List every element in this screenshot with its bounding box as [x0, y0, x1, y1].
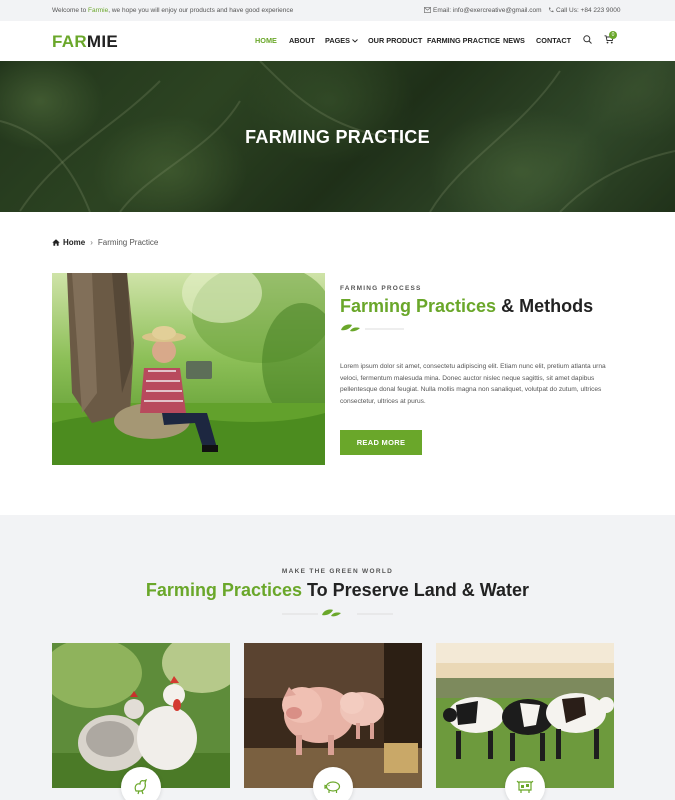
breadcrumb-home[interactable]: Home — [63, 238, 85, 247]
cow-icon-badge[interactable] — [505, 767, 545, 800]
site-logo[interactable]: FARMIE — [52, 32, 118, 52]
practices-section: MAKE THE GREEN WORLD Farming Practices T… — [0, 515, 675, 800]
chicken-icon-badge[interactable] — [121, 767, 161, 800]
hero-title: FARMING PRACTICE — [245, 127, 430, 147]
nav-pages[interactable]: PAGES — [325, 36, 358, 45]
nav-news[interactable]: NEWS — [503, 36, 525, 45]
phone-icon — [548, 7, 554, 13]
chevron-down-icon — [352, 39, 358, 43]
breadcrumb-current: Farming Practice — [97, 238, 159, 247]
welcome-message: Welcome to Farmie, we hope you will enjo… — [52, 7, 293, 14]
intro-paragraph: Lorem ipsum dolor sit amet, consectetu a… — [340, 363, 606, 405]
home-icon — [52, 239, 60, 246]
chicken-icon — [134, 778, 148, 795]
intro-eyebrow: FARMING PROCESS — [340, 285, 422, 292]
email-text: Email: info@exercreative@gmail.com — [433, 7, 542, 14]
nav-contact[interactable]: CONTACT — [536, 36, 571, 45]
phone-text: Call Us: +84 223 9000 — [556, 7, 621, 14]
farmer-photo — [52, 273, 325, 465]
email-contact[interactable]: Email: info@exercreative@gmail.com — [424, 7, 542, 14]
welcome-text: Welcome to — [52, 7, 89, 14]
top-bar: Welcome to Farmie, we hope you will enjo… — [0, 0, 675, 21]
leaf-divider-icon — [341, 324, 404, 332]
search-icon[interactable] — [583, 35, 592, 44]
nav-home[interactable]: HOME — [255, 36, 277, 45]
welcome-brand: Farmie — [88, 7, 109, 14]
cow-icon — [516, 780, 534, 793]
intro-title: Farming Practices & Methods — [340, 296, 594, 316]
practices-title: Farming Practices To Preserve Land & Wat… — [145, 580, 530, 600]
envelope-icon — [424, 7, 431, 13]
cart-count-badge: 0 — [609, 31, 617, 39]
pig-icon-badge[interactable] — [313, 767, 353, 800]
breadcrumb-separator-icon: › — [90, 238, 93, 247]
read-more-button[interactable]: READ MORE — [340, 430, 422, 455]
hero-banner: FARMING PRACTICE — [0, 61, 675, 212]
practices-eyebrow: MAKE THE GREEN WORLD — [281, 568, 394, 575]
pig-icon — [324, 781, 341, 793]
nav-our-product[interactable]: OUR PRODUCT — [368, 36, 422, 45]
phone-contact[interactable]: Call Us: +84 223 9000 — [548, 7, 621, 14]
welcome-text-rest: , we hope you will enjoy our products an… — [108, 7, 294, 14]
nav-about[interactable]: ABOUT — [289, 36, 315, 45]
breadcrumb: Home › Farming Practice — [52, 238, 158, 247]
leaf-divider-icon — [282, 609, 393, 617]
main-header: FARMIE HOME ABOUT PAGES OUR PRODUCT FARM… — [0, 21, 675, 61]
nav-farming-practice[interactable]: FARMING PRACTICE — [427, 36, 500, 45]
